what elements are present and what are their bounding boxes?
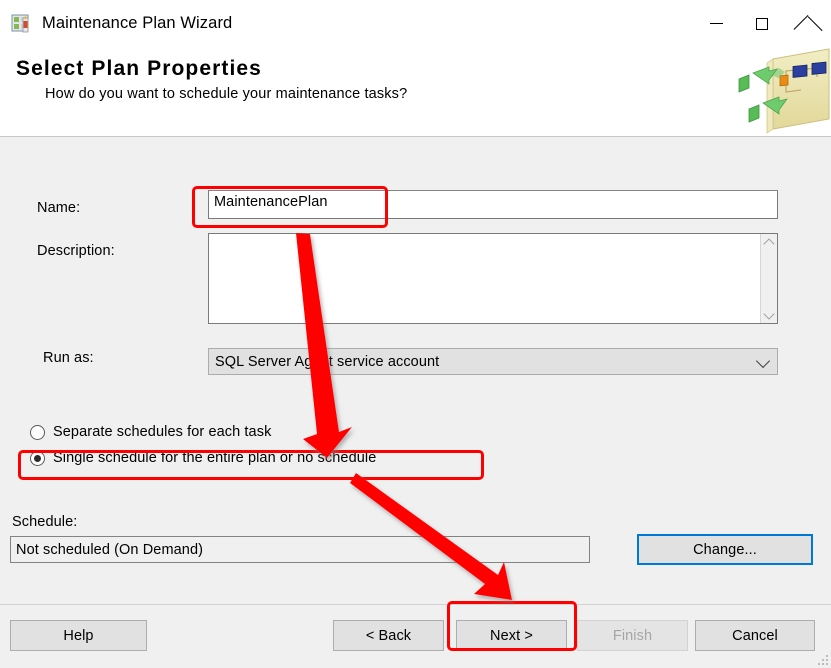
maintenance-plan-wizard-window: Maintenance Plan Wizard Select Plan Prop…: [0, 0, 831, 668]
radio-icon-unchecked: [30, 424, 45, 440]
maintenance-plan-diagram-graphic: [731, 47, 831, 136]
next-button[interactable]: Next >: [456, 620, 567, 651]
minimize-button[interactable]: [693, 0, 739, 47]
run-as-dropdown[interactable]: SQL Server Agent service account: [208, 348, 778, 375]
window-controls: [693, 0, 831, 47]
description-scrollbar[interactable]: [760, 234, 777, 323]
chevron-down-icon: [755, 353, 771, 368]
resize-grip[interactable]: [815, 652, 828, 665]
help-button[interactable]: Help: [10, 620, 147, 651]
schedule-label: Schedule:: [12, 514, 78, 530]
run-as-value: SQL Server Agent service account: [215, 353, 440, 370]
wizard-body: Name: MaintenancePlan Description: Run a…: [0, 137, 831, 668]
maximize-icon: [756, 17, 768, 30]
maintenance-plan-icon: [11, 13, 33, 35]
description-label: Description:: [37, 243, 115, 259]
page-title: Select Plan Properties: [16, 57, 262, 80]
close-button[interactable]: [785, 0, 831, 47]
radio-single-schedule-label: Single schedule for the entire plan or n…: [53, 450, 377, 466]
name-label: Name:: [37, 200, 81, 216]
scroll-down-icon[interactable]: [761, 306, 777, 323]
run-as-label: Run as:: [43, 350, 94, 366]
close-icon: [801, 16, 816, 31]
back-button[interactable]: < Back: [333, 620, 444, 651]
minimize-icon: [709, 23, 723, 24]
scroll-up-icon[interactable]: [761, 234, 777, 251]
change-schedule-button[interactable]: Change...: [637, 534, 813, 565]
cancel-button[interactable]: Cancel: [695, 620, 815, 651]
wizard-banner: Select Plan Properties How do you want t…: [0, 47, 831, 137]
radio-icon-checked: [30, 450, 45, 466]
page-subtitle: How do you want to schedule your mainten…: [45, 86, 408, 102]
radio-single-schedule[interactable]: Single schedule for the entire plan or n…: [30, 450, 376, 466]
footer-divider: [0, 604, 831, 605]
radio-separate-schedules-label: Separate schedules for each task: [53, 424, 272, 440]
finish-button: Finish: [577, 620, 688, 651]
name-input[interactable]: MaintenancePlan: [208, 190, 778, 219]
schedule-value-field: Not scheduled (On Demand): [10, 536, 590, 563]
maximize-button[interactable]: [739, 0, 785, 47]
description-textarea[interactable]: [208, 233, 778, 324]
radio-separate-schedules[interactable]: Separate schedules for each task: [30, 424, 271, 440]
window-title: Maintenance Plan Wizard: [42, 14, 233, 32]
window-titlebar[interactable]: Maintenance Plan Wizard: [0, 0, 831, 47]
